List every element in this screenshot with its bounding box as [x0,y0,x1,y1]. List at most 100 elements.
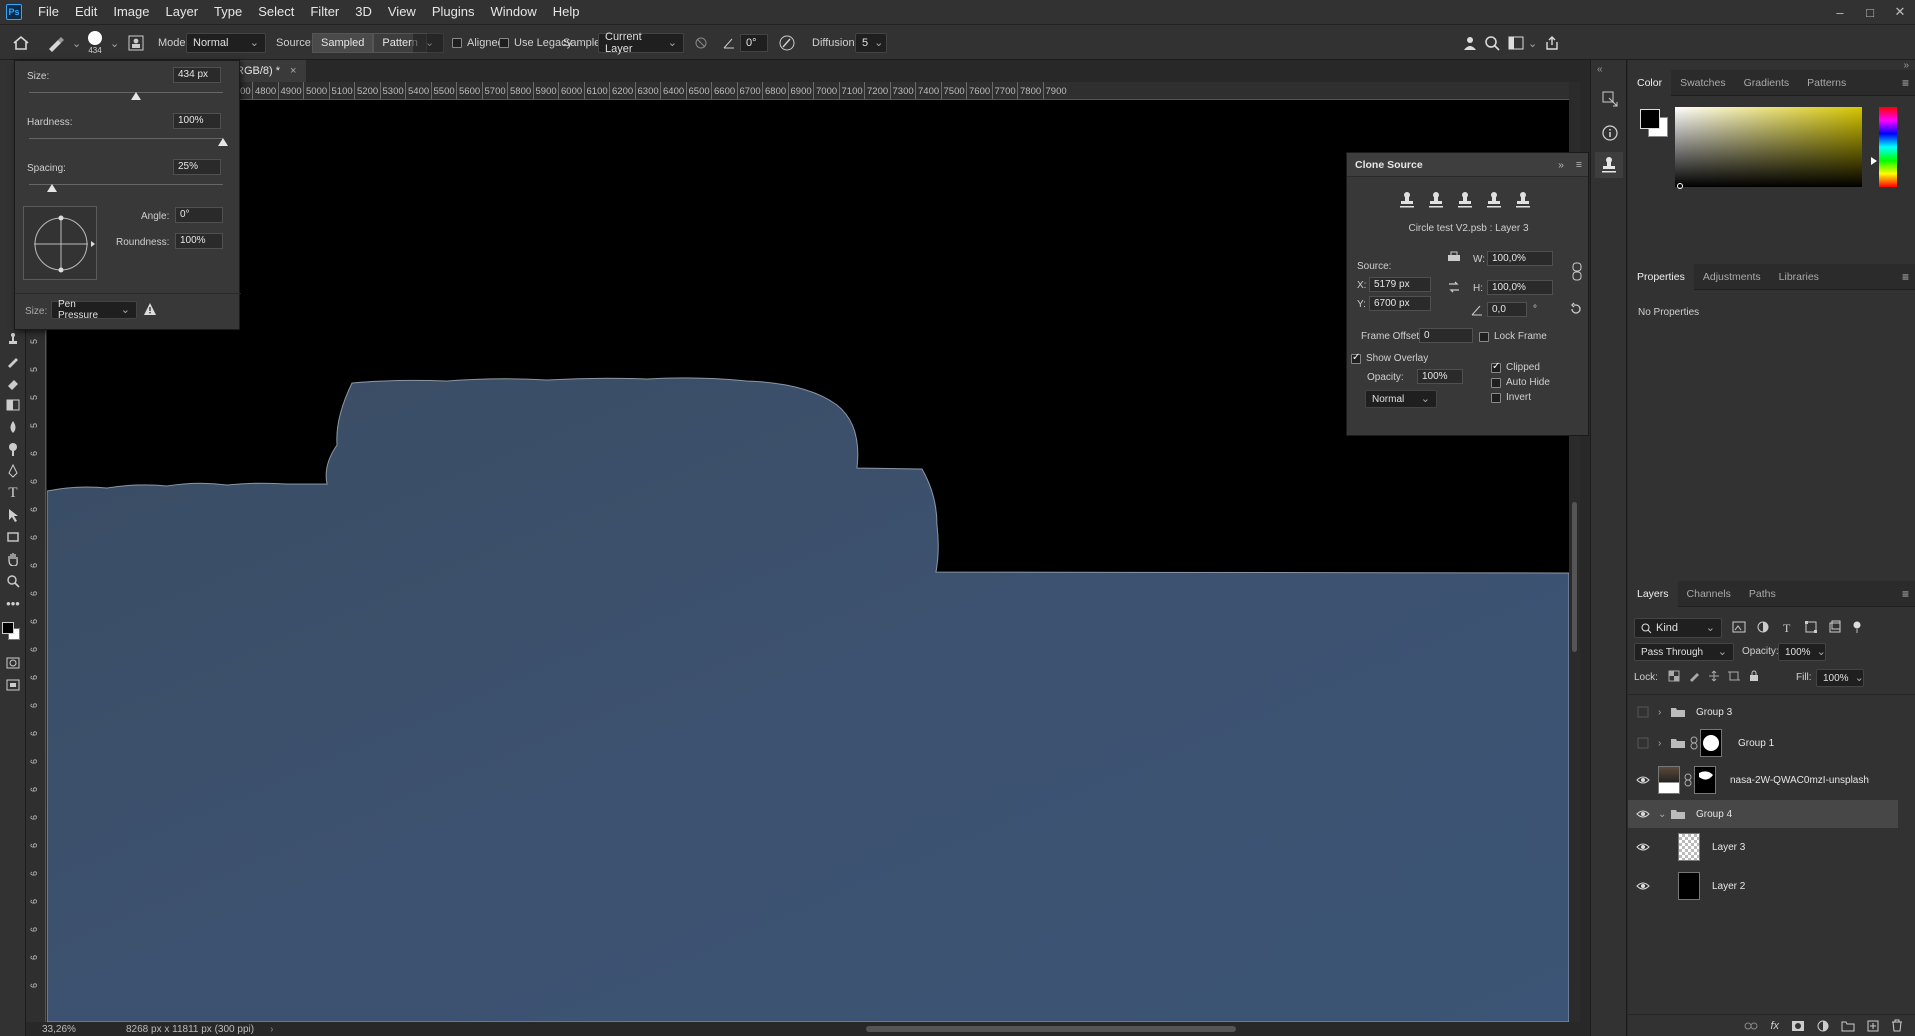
layer-row[interactable]: › Group 3 [1628,698,1898,726]
workspace-button[interactable]: ⌄ [1508,25,1537,61]
spacing-slider[interactable] [29,184,223,185]
rectangle-tool[interactable] [4,528,22,546]
show-overlay-checkbox[interactable]: Show Overlay [1351,352,1428,364]
color-swatches[interactable] [2,616,22,644]
layer-thumbnail[interactable] [1658,766,1680,794]
add-mask-icon[interactable] [1791,1020,1805,1032]
zoom-level[interactable]: 33,26% [42,1024,98,1035]
layer-row[interactable]: › Group 1 [1628,726,1898,760]
overlay-opacity-field[interactable]: 100% [1417,369,1463,384]
link-layers-icon[interactable] [1744,1021,1758,1031]
pressure-size-button[interactable] [778,25,796,61]
layer-row[interactable]: Layer 3 [1628,828,1898,866]
layer-row[interactable]: Layer 2 [1628,866,1898,906]
menu-plugins[interactable]: Plugins [424,0,483,24]
document-canvas[interactable] [47,100,1569,1022]
clone-stamp-tool-preset[interactable]: ⌄ [46,25,81,61]
source-sampled-button[interactable]: Sampled [312,33,374,53]
brush-size-slider[interactable] [29,92,223,93]
tab-layers[interactable]: Layers [1628,580,1678,607]
angle-field[interactable]: 0° [740,34,768,52]
chevron-down-icon[interactable]: ⌄ [1658,809,1666,820]
menu-view[interactable]: View [380,0,424,24]
smart-object-filter-icon[interactable] [1828,620,1842,634]
lock-frame-check-box[interactable] [1479,331,1489,342]
share-button[interactable] [1544,25,1560,61]
delete-layer-icon[interactable] [1891,1019,1903,1032]
source-x-field[interactable]: 5179 px [1369,277,1431,292]
color-picker-marker[interactable] [1677,183,1683,189]
menu-3d[interactable]: 3D [347,0,380,24]
layer-mask-thumbnail[interactable] [1700,729,1722,757]
aligned-checkbox[interactable]: Aligned [452,25,504,61]
roundness-field[interactable]: 100% [175,233,223,249]
layers-panel-menu-icon[interactable]: ≡ [1902,587,1909,601]
width-percent-field[interactable]: 100,0% [1487,251,1553,266]
adjustment-layer-filter-icon[interactable] [1756,620,1770,634]
source-y-field[interactable]: 6700 px [1369,296,1431,311]
search-button[interactable] [1484,25,1500,61]
aligned-check-box[interactable] [452,38,462,48]
hardness-slider[interactable] [29,138,223,139]
invert-check-box[interactable] [1491,392,1501,403]
chevron-right-icon[interactable]: › [1658,707,1661,718]
eye-icon[interactable] [1636,773,1650,787]
status-arrow-icon[interactable]: › [270,1024,273,1035]
pen-tool[interactable] [4,462,22,480]
menu-image[interactable]: Image [105,0,157,24]
invert-checkbox[interactable]: Invert [1491,392,1531,403]
menu-select[interactable]: Select [250,0,302,24]
flip-icon[interactable] [1447,280,1461,294]
foreground-color-swatch[interactable] [2,622,14,634]
mode-select[interactable]: Normal [186,33,266,53]
lock-position-icon[interactable] [1708,670,1720,682]
reset-transform-icon[interactable] [1447,250,1461,262]
lock-transparency-icon[interactable] [1668,670,1680,682]
layer-row[interactable]: nasa-2W-QWAC0mzI-unsplash [1628,760,1898,800]
brush-preset-picker[interactable]: 434 [88,25,102,61]
mask-link-icon[interactable] [1690,736,1698,750]
clone-source-slot-2-icon[interactable] [1426,191,1446,209]
foreground-color[interactable] [1640,109,1660,129]
history-panel-button[interactable] [1601,90,1619,108]
collapse-strip-icon[interactable]: « [1597,64,1603,75]
screen-mode-button[interactable] [4,676,22,694]
menu-filter[interactable]: Filter [302,0,347,24]
history-brush-tool[interactable] [4,352,22,370]
quick-mask-button[interactable] [4,654,22,672]
use-legacy-checkbox[interactable]: Use Legacy [499,25,572,61]
filter-toggle-icon[interactable] [1852,620,1862,634]
hue-slider[interactable] [1879,107,1897,187]
hand-tool[interactable] [4,550,22,568]
tab-properties[interactable]: Properties [1628,263,1694,290]
clone-source-panel-toggle[interactable] [128,25,144,61]
clipped-checkbox[interactable]: Clipped [1491,361,1540,373]
ignore-adjustment-layers-button[interactable] [694,25,708,61]
new-layer-icon[interactable] [1867,1020,1879,1032]
lock-artboard-icon[interactable] [1728,670,1740,682]
reset-icon[interactable] [1569,302,1583,316]
menu-window[interactable]: Window [482,0,544,24]
use-legacy-check-box[interactable] [499,38,509,48]
eye-icon[interactable] [1636,879,1650,893]
tab-libraries[interactable]: Libraries [1770,264,1828,290]
sample-select[interactable]: Current Layer [598,31,684,55]
fx-icon[interactable]: fx [1770,1020,1779,1032]
hue-slider-thumb[interactable] [1871,157,1877,165]
tab-patterns[interactable]: Patterns [1798,70,1855,96]
lock-pixels-icon[interactable] [1688,670,1700,682]
hardness-slider-thumb[interactable] [218,138,228,146]
size-control-select[interactable]: Pen Pressure [51,299,137,321]
tab-channels[interactable]: Channels [1678,581,1740,607]
eraser-tool[interactable] [4,374,22,392]
collapse-panel-icon[interactable]: » [1558,159,1564,171]
clone-source-slot-1-icon[interactable] [1397,191,1417,209]
visibility-off-icon[interactable] [1636,736,1650,750]
brush-picker-chevron[interactable]: ⌄ [110,25,119,61]
tab-gradients[interactable]: Gradients [1735,70,1799,96]
gradient-tool[interactable] [4,396,22,414]
info-panel-button[interactable] [1601,124,1619,142]
menu-edit[interactable]: Edit [67,0,105,24]
rotation-field[interactable]: 0,0 [1487,302,1527,317]
visibility-off-icon[interactable] [1636,705,1650,719]
